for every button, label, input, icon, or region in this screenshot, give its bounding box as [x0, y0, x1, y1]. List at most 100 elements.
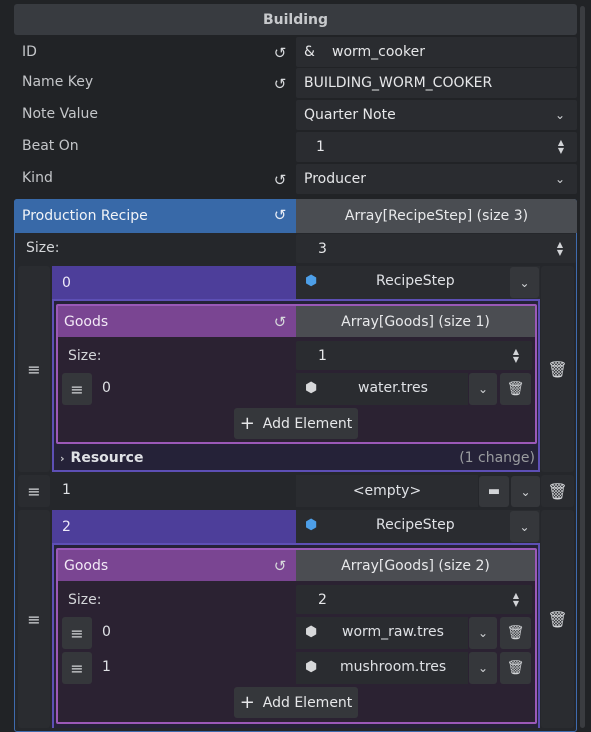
trash-icon: 🗑	[547, 359, 568, 379]
goods-2-1-resource-picker[interactable]: ⬢ mushroom.tres	[296, 652, 468, 684]
item-2-goods-size-spinbox[interactable]: 2 ▲ ▼	[296, 585, 532, 614]
goods-2-0-drag-handle[interactable]: ≡	[62, 617, 92, 649]
item-2-dropdown-button[interactable]: ⌄	[510, 511, 539, 542]
goods-0-0-drag-handle[interactable]: ≡	[62, 373, 92, 405]
beat-on-value: 1	[316, 139, 325, 155]
goods-2-1-drag-handle[interactable]: ≡	[62, 652, 92, 684]
production-recipe-label: Production Recipe	[22, 208, 148, 224]
item-2-goods-array-button[interactable]: Array[Goods] (size 2)	[296, 550, 535, 581]
item-0-index: 0	[62, 274, 71, 291]
item-0-add-element-button[interactable]: + Add Element	[234, 408, 358, 439]
goods-revert-icon[interactable]: ↺	[271, 313, 289, 331]
item-2-drag-handle[interactable]: ≡	[18, 510, 50, 728]
goods-2-0-index: 0	[102, 624, 111, 640]
goods-2-1-dropdown-button[interactable]: ⌄	[469, 652, 497, 684]
scrollbar[interactable]	[580, 6, 585, 728]
item-0-goods-label: Goods	[64, 313, 109, 330]
chevron-down-icon: ⌄	[554, 108, 565, 122]
cube-icon: ⬢	[305, 517, 318, 533]
item-2-goods-label: Goods	[64, 557, 109, 574]
name-key-value: BUILDING_WORM_COOKER	[304, 75, 493, 91]
cube-icon: ⬢	[305, 273, 318, 289]
drag-handle-icon: ≡	[70, 379, 84, 399]
item-0-resource-section[interactable]: › Resource (1 change)	[60, 447, 535, 469]
item-0-resource-picker[interactable]: ⬢ RecipeStep ⌄	[296, 266, 540, 299]
item-0-goods-header[interactable]: Goods	[58, 306, 296, 337]
up-down-icon[interactable]: ▲ ▼	[554, 239, 566, 259]
goods-2-1-delete-button[interactable]: 🗑	[500, 652, 531, 684]
trash-icon: 🗑	[506, 381, 525, 397]
note-value-select[interactable]: Quarter Note ⌄	[296, 100, 577, 130]
chevron-down-icon: ⌄	[477, 661, 489, 675]
goods-2-0-delete-button[interactable]: 🗑	[500, 617, 531, 649]
kind-select[interactable]: Producer ⌄	[296, 164, 577, 194]
kind-revert-icon[interactable]: ↺	[271, 171, 289, 189]
plus-icon: +	[239, 692, 255, 713]
up-down-icon[interactable]: ▲ ▼	[555, 137, 567, 157]
item-0-dropdown-button[interactable]: ⌄	[510, 267, 539, 298]
item-0-delete-button[interactable]: 🗑	[541, 266, 574, 472]
beat-on-label: Beat On	[22, 138, 79, 154]
chevron-right-icon: ›	[60, 451, 65, 465]
item-0-type: RecipeStep	[376, 273, 455, 289]
item-1-drag-handle[interactable]: ≡	[18, 475, 50, 507]
note-value-value: Quarter Note	[304, 107, 396, 123]
name-key-field[interactable]: BUILDING_WORM_COOKER	[296, 68, 577, 98]
item-2-delete-button[interactable]: 🗑	[541, 510, 574, 728]
item-2-type: RecipeStep	[376, 517, 455, 533]
trash-icon: 🗑	[547, 481, 568, 501]
up-down-icon[interactable]: ▲ ▼	[510, 346, 522, 366]
kind-label: Kind	[22, 170, 53, 186]
goods-0-0-dropdown-button[interactable]: ⌄	[469, 373, 497, 405]
item-0-add-element-label: Add Element	[262, 415, 353, 432]
inspector-header: Building	[14, 4, 577, 35]
goods-2-0-resource-picker[interactable]: ⬢ worm_raw.tres	[296, 617, 468, 649]
production-recipe-array-button[interactable]: Array[RecipeStep] (size 3)	[296, 199, 577, 233]
id-field[interactable]: & worm_cooker	[296, 37, 577, 67]
recipe-size-label: Size:	[26, 240, 60, 256]
folder-icon: ▬	[487, 484, 501, 499]
kind-value: Producer	[304, 171, 367, 187]
chevron-down-icon: ⌄	[554, 172, 565, 186]
item-0-header[interactable]: 0	[52, 266, 296, 299]
item-1-load-button[interactable]: ▬	[479, 476, 509, 507]
goods-2-1-index: 1	[102, 659, 111, 675]
item-2-add-element-button[interactable]: + Add Element	[234, 687, 358, 718]
cube-icon: ⬢	[305, 380, 318, 396]
chevron-down-icon: ⌄	[519, 519, 530, 534]
goods-2-0-dropdown-button[interactable]: ⌄	[469, 617, 497, 649]
item-0-drag-handle[interactable]: ≡	[18, 266, 50, 472]
note-value-label: Note Value	[22, 106, 99, 122]
item-2-goods-header[interactable]: Goods	[58, 550, 296, 581]
drag-handle-icon: ≡	[70, 658, 84, 678]
beat-on-spinbox[interactable]: 1 ▲ ▼	[296, 132, 577, 162]
drag-handle-icon: ≡	[27, 359, 41, 379]
recipe-size-value: 3	[318, 240, 327, 257]
cube-icon: ⬢	[305, 624, 318, 640]
item-1-dropdown-button[interactable]: ⌄	[511, 476, 540, 507]
item-2-resource-picker[interactable]: ⬢ RecipeStep ⌄	[296, 510, 540, 543]
id-prefix: &	[304, 44, 315, 60]
item-1-index: 1	[62, 482, 71, 498]
item-2-goods-size-label: Size:	[68, 592, 102, 608]
production-recipe-header[interactable]: Production Recipe	[14, 199, 296, 233]
goods-0-0-resource-picker[interactable]: ⬢ water.tres	[296, 373, 468, 405]
recipe-revert-icon[interactable]: ↺	[271, 206, 289, 224]
plus-icon: +	[239, 413, 255, 434]
up-down-icon[interactable]: ▲ ▼	[510, 590, 522, 610]
goods-revert-icon[interactable]: ↺	[271, 557, 289, 575]
name-key-revert-icon[interactable]: ↺	[271, 75, 289, 93]
goods-0-0-value: water.tres	[358, 380, 428, 396]
goods-0-0-delete-button[interactable]: 🗑	[500, 373, 531, 405]
item-2-header[interactable]: 2	[52, 510, 296, 543]
item-1-delete-button[interactable]: 🗑	[541, 475, 574, 507]
recipe-size-spinbox[interactable]: 3 ▲ ▼	[296, 234, 576, 263]
item-0-goods-size-spinbox[interactable]: 1 ▲ ▼	[296, 341, 532, 370]
id-revert-icon[interactable]: ↺	[271, 44, 289, 62]
id-label: ID	[22, 44, 37, 60]
chevron-down-icon: ⌄	[477, 626, 489, 640]
item-0-goods-array-button[interactable]: Array[Goods] (size 1)	[296, 306, 535, 337]
item-1-value: <empty>	[352, 483, 422, 499]
item-1-resource-picker[interactable]: <empty>	[296, 475, 478, 507]
id-value: worm_cooker	[332, 44, 425, 60]
